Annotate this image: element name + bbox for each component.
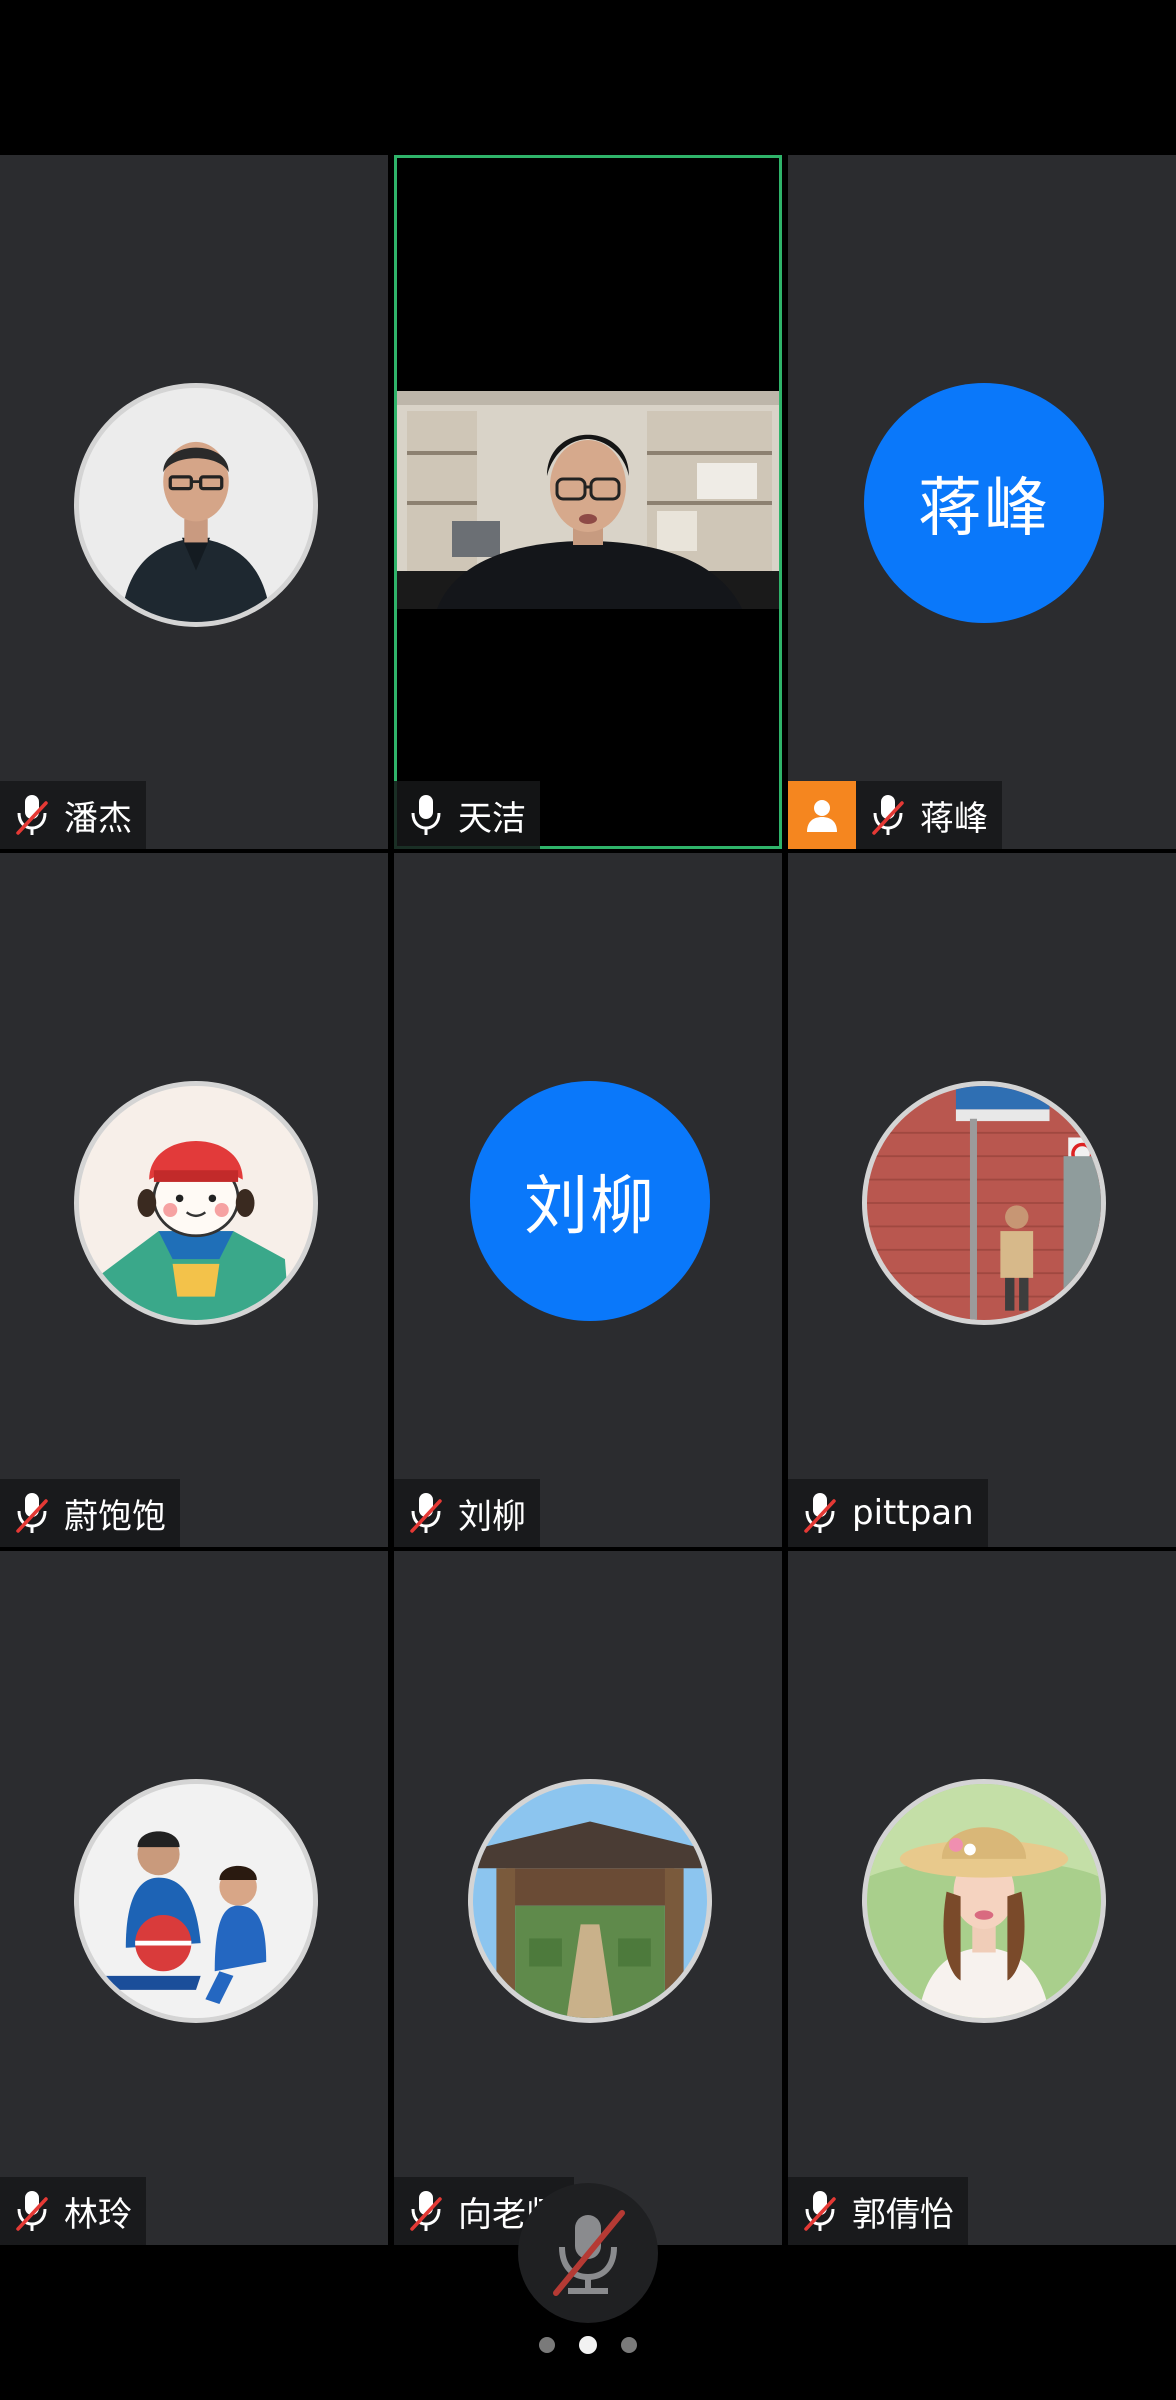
participant-namebar: 蔚饱饱	[0, 1479, 180, 1547]
participant-avatar	[74, 1081, 318, 1325]
participant-tile[interactable]: pittpan	[788, 853, 1176, 1547]
page-dot[interactable]	[621, 2337, 637, 2353]
mic-muted-icon	[804, 1493, 836, 1533]
initials-avatar: 刘柳	[470, 1081, 710, 1321]
participant-namebar: 潘杰	[0, 781, 146, 849]
participant-namebar: 天洁	[394, 781, 540, 849]
participant-tile[interactable]: 林玲	[0, 1551, 388, 2245]
mic-muted-icon	[16, 795, 48, 835]
participant-namebar: 刘柳	[394, 1479, 540, 1547]
participant-name: 潘杰	[64, 798, 132, 839]
participant-avatar	[862, 1081, 1106, 1325]
participant-avatar	[468, 1779, 712, 2023]
participant-namebar: 蒋峰	[788, 781, 1002, 849]
initials-avatar: 蒋峰	[864, 383, 1104, 623]
mic-muted-icon	[410, 2191, 442, 2231]
participant-tile[interactable]: 蒋峰 蒋峰	[788, 155, 1176, 849]
mic-muted-icon	[804, 2191, 836, 2231]
participant-namebar: 林玲	[0, 2177, 146, 2245]
participant-tile[interactable]: 蔚饱饱	[0, 853, 388, 1547]
participant-tile[interactable]: 郭倩怡	[788, 1551, 1176, 2245]
participant-tile[interactable]: 刘柳 刘柳	[394, 853, 782, 1547]
participant-avatar	[862, 1779, 1106, 2023]
participant-namebar: 郭倩怡	[788, 2177, 968, 2245]
participant-name: 天洁	[458, 798, 526, 839]
mic-muted-icon	[16, 2191, 48, 2231]
mic-muted-icon	[410, 1493, 442, 1533]
participant-name: 蔚饱饱	[64, 1496, 166, 1537]
participant-name: 郭倩怡	[852, 2194, 954, 2235]
participant-name: 林玲	[64, 2194, 132, 2235]
participant-video	[397, 391, 779, 609]
mic-muted-icon	[553, 2210, 625, 2296]
participant-avatar	[74, 1779, 318, 2023]
participant-name: 蒋峰	[920, 798, 988, 839]
participant-tile[interactable]: 向老师	[394, 1551, 782, 2245]
person-icon	[807, 800, 837, 832]
participant-namebar: pittpan	[788, 1479, 988, 1547]
participant-name: pittpan	[852, 1493, 974, 1533]
host-badge	[788, 781, 856, 849]
participant-avatar	[74, 383, 318, 627]
page-dot-current[interactable]	[579, 2336, 597, 2354]
participant-tile-active-speaker[interactable]: 天洁	[394, 155, 782, 849]
mic-muted-icon	[872, 795, 904, 835]
participant-name: 刘柳	[458, 1496, 526, 1537]
participant-tile[interactable]: 潘杰	[0, 155, 388, 849]
mic-muted-icon	[16, 1493, 48, 1533]
page-dot[interactable]	[539, 2337, 555, 2353]
mic-icon	[411, 795, 441, 835]
video-grid: 潘杰 天洁 蒋峰 蒋峰 蔚饱饱 刘柳 刘柳 pittpan 林玲 向老师 郭倩怡	[0, 155, 1176, 2245]
page-indicator	[0, 2336, 1176, 2354]
mute-toggle-button[interactable]	[518, 2183, 658, 2323]
